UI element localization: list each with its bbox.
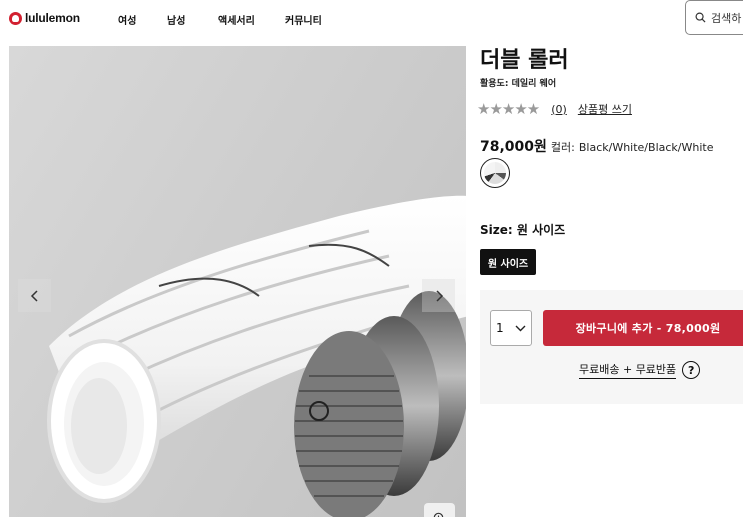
review-count-link[interactable]: (0) — [551, 103, 567, 116]
next-image-button[interactable] — [422, 279, 455, 312]
nav-accessories[interactable]: 액세서리 — [218, 12, 255, 27]
shipping-info[interactable]: 무료배송 + 무료반품 ? — [579, 361, 701, 379]
logo-text: lululemon — [25, 11, 80, 25]
nav-women[interactable]: 여성 — [118, 12, 136, 27]
write-review-link[interactable]: 상품평 쓰기 — [578, 101, 632, 117]
size-label: Size: 원 사이즈 — [480, 223, 566, 237]
product-image-gallery[interactable] — [9, 46, 466, 517]
product-photo — [47, 195, 466, 517]
nav-community[interactable]: 커뮤니티 — [285, 12, 322, 27]
zoom-button[interactable] — [424, 503, 455, 517]
brand-logo[interactable]: lululemon — [9, 11, 80, 25]
add-to-cart-panel — [480, 290, 743, 404]
search-icon — [695, 12, 706, 23]
prev-image-button[interactable] — [18, 279, 51, 312]
color-value: Black/White/Black/White — [578, 141, 714, 154]
product-price: 78,000원 — [480, 139, 547, 155]
search-placeholder: 검색하 — [711, 11, 742, 25]
price-row: 78,000원 컬러: Black/White/Black/White — [480, 136, 713, 156]
color-swatch[interactable] — [480, 158, 510, 188]
lululemon-logo-icon — [9, 11, 22, 25]
color-swatch-image — [484, 162, 506, 184]
search-input[interactable]: 검색하 — [685, 0, 743, 35]
rating-stars-icon: ★★★★★ — [477, 100, 540, 118]
chevron-right-icon — [435, 289, 443, 302]
shipping-text[interactable]: 무료배송 + 무료반품 — [579, 361, 677, 379]
product-activity: 활용도: 데일리 웨어 — [480, 79, 557, 89]
zoom-in-icon — [433, 512, 444, 517]
nav-men[interactable]: 남성 — [167, 12, 185, 27]
quantity-select[interactable]: 1 — [490, 310, 532, 346]
color-label: 컬러: — [550, 141, 575, 154]
chevron-down-icon — [515, 325, 526, 331]
site-header: lululemon 여성 남성 액세서리 커뮤니티 검색하 — [0, 0, 743, 40]
rating-row: ★★★★★ (0) 상품평 쓰기 — [477, 100, 632, 118]
product-title: 더블 롤러 — [480, 48, 569, 73]
chevron-left-icon — [30, 289, 38, 302]
add-to-cart-button[interactable]: 장바구니에 추가 - 78,000원 — [543, 310, 743, 346]
size-option-button[interactable]: 원 사이즈 — [480, 249, 536, 275]
quantity-value: 1 — [496, 321, 504, 335]
help-icon[interactable]: ? — [682, 361, 701, 379]
